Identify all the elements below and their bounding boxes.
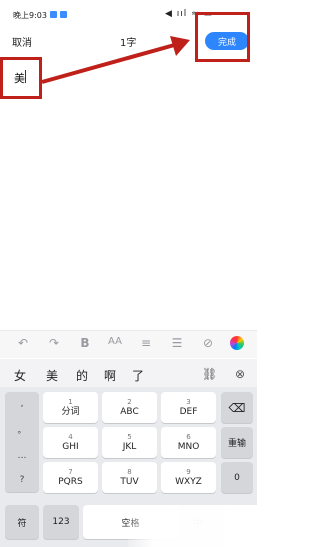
app-notification-icon [50,11,57,18]
candidate-item[interactable]: 美 [46,367,58,384]
blur-overlay [128,505,257,547]
candidate-bar [0,359,257,387]
punct-key[interactable]: , [21,399,24,409]
status-time: 晚上9:03 [13,11,47,20]
highlight-box-text [0,57,42,99]
undo-icon[interactable]: ↶ [14,336,32,350]
color-picker-icon[interactable] [230,336,244,350]
key-2[interactable]: 2 ABC [102,392,157,423]
format-toolbar [0,330,257,358]
reenter-button[interactable]: 重输 [221,427,253,458]
key-4[interactable]: 4 GHI [43,427,98,458]
number-key[interactable]: 123 [43,505,79,539]
punct-key[interactable]: ? [20,475,25,485]
zero-key[interactable]: 0 [221,462,253,493]
candidate-link-icon[interactable]: ⛓ [202,367,217,381]
punctuation-column[interactable]: , 。 … ? [5,392,39,492]
bold-icon[interactable]: B [76,336,94,350]
word-count: 1字 [120,38,137,49]
app-notification-icon [60,11,67,18]
screen: 晚上9:03 ◀ ııl ≈ ▭ 取消 1字 完成 美 ↶ ↷ B AA ≡ ☰… [0,0,257,547]
key-7[interactable]: 7 PQRS [43,462,98,493]
punct-key[interactable]: … [18,451,27,461]
candidate-item[interactable]: 啊 [104,367,116,384]
backspace-button[interactable]: ⌫ [221,392,253,423]
key-3[interactable]: 3 DEF [161,392,216,423]
redo-icon[interactable]: ↷ [45,336,63,350]
key-6[interactable]: 6 MNO [161,427,216,458]
cancel-button[interactable]: 取消 [12,34,32,49]
symbol-key[interactable]: 符 [5,505,39,539]
key-8[interactable]: 8 TUV [102,462,157,493]
align-icon[interactable]: ≡ [137,336,155,350]
candidate-close-icon[interactable]: ⊗ [235,367,245,381]
key-9[interactable]: 9 WXYZ [161,462,216,493]
link-icon[interactable]: ⊘ [199,336,217,350]
punct-key[interactable]: 。 [17,423,26,436]
candidate-item[interactable]: 了 [132,367,144,384]
candidate-item[interactable]: 的 [76,367,88,384]
font-size-icon[interactable]: AA [106,336,124,347]
candidate-item[interactable]: 女 [14,367,26,384]
key-1[interactable]: 1 分词 [43,392,98,423]
highlight-box-done [195,12,250,62]
list-icon[interactable]: ☰ [168,336,186,350]
key-5[interactable]: 5 JKL [102,427,157,458]
